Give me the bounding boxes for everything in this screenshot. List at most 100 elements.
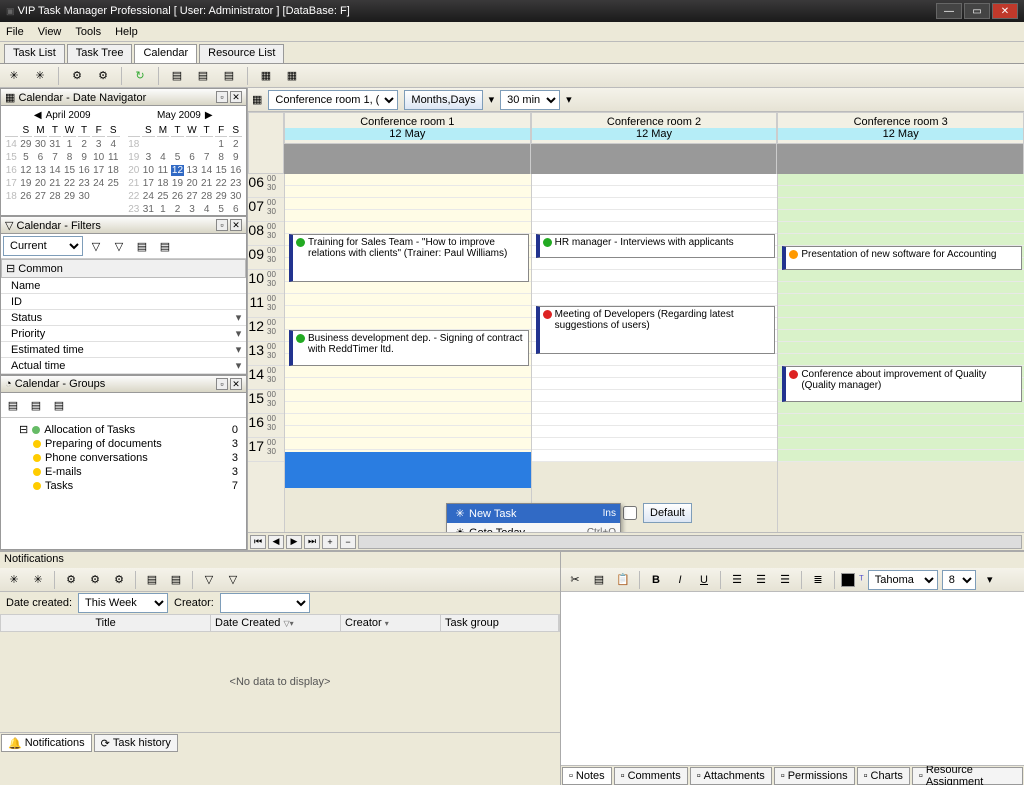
room-select[interactable]: Conference room 1, (: [268, 90, 398, 110]
expand-icon[interactable]: ⊟: [6, 263, 15, 275]
groups-tool-icon[interactable]: ▤: [49, 395, 69, 415]
chevron-down-icon[interactable]: ▾: [230, 343, 246, 356]
tree-item[interactable]: Phone conversations3: [33, 451, 242, 465]
calendar-day[interactable]: 23: [78, 178, 91, 189]
chevron-down-icon[interactable]: ▾: [566, 93, 572, 106]
calendar-event[interactable]: Presentation of new software for Account…: [782, 246, 1022, 270]
day-column[interactable]: Presentation of new software for Account…: [777, 174, 1024, 532]
calendar-day[interactable]: [142, 139, 155, 150]
calendar-day[interactable]: 24: [142, 191, 155, 202]
notif-tool-icon[interactable]: ⚙: [61, 570, 81, 590]
menu-tools[interactable]: Tools: [75, 26, 101, 38]
calendar-day[interactable]: 16: [78, 165, 91, 176]
pane-pin-icon[interactable]: ▫: [216, 91, 228, 103]
calendar-day[interactable]: 22: [63, 178, 76, 189]
calendar-day[interactable]: 17: [142, 178, 155, 189]
tree-item[interactable]: Preparing of documents3: [33, 437, 242, 451]
calendar-day[interactable]: [200, 139, 213, 150]
tab-calendar[interactable]: Calendar: [134, 44, 197, 63]
notif-tool-icon[interactable]: ⚙: [109, 570, 129, 590]
right-tab[interactable]: ▫Resource Assignment: [912, 767, 1023, 785]
calendar-day[interactable]: 9: [78, 152, 91, 163]
pane-pin-icon[interactable]: ▫: [216, 219, 228, 231]
filter-tool-icon[interactable]: ▽: [86, 236, 106, 256]
calendar-day[interactable]: 17: [92, 165, 105, 176]
creator-select[interactable]: [220, 593, 310, 613]
context-item[interactable]: ✳New TaskIns: [447, 504, 620, 523]
calendar-event[interactable]: Training for Sales Team - "How to improv…: [289, 234, 529, 282]
calendar-day[interactable]: 4: [157, 152, 170, 163]
horizontal-scrollbar[interactable]: [358, 535, 1022, 549]
filter-field[interactable]: Status▾: [1, 310, 246, 326]
col-title[interactable]: Title: [1, 615, 211, 631]
calendar-day[interactable]: 5: [171, 152, 184, 163]
filter-field[interactable]: Priority▾: [1, 326, 246, 342]
calendar-event[interactable]: Business development dep. - Signing of c…: [289, 330, 529, 366]
calendar-day[interactable]: 28: [49, 191, 62, 202]
align-right-icon[interactable]: ☰: [775, 570, 795, 590]
calendar-day[interactable]: [107, 191, 120, 202]
font-select[interactable]: Tahoma: [868, 570, 938, 590]
calendar-day[interactable]: [92, 191, 105, 202]
menu-help[interactable]: Help: [115, 26, 138, 38]
toolbar-icon[interactable]: ▤: [193, 66, 213, 86]
calendar-day[interactable]: 6: [229, 204, 242, 215]
calendar-event[interactable]: HR manager - Interviews with applicants: [536, 234, 776, 258]
pane-close-icon[interactable]: ✕: [230, 91, 242, 103]
col-date-created[interactable]: Date Created▽▾: [211, 615, 341, 631]
tab-task-tree[interactable]: Task Tree: [67, 44, 133, 63]
day-column[interactable]: HR manager - Interviews with applicants M…: [531, 174, 778, 532]
menu-view[interactable]: View: [38, 26, 62, 38]
filter-field[interactable]: Actual time▾: [1, 358, 246, 374]
filter-field[interactable]: ID: [1, 294, 246, 310]
calendar-day[interactable]: 21: [200, 178, 213, 189]
last-button[interactable]: ⏭: [304, 535, 320, 549]
calendar-day[interactable]: 7: [200, 152, 213, 163]
calendar-day[interactable]: 28: [200, 191, 213, 202]
calendar-day[interactable]: 8: [215, 152, 228, 163]
italic-icon[interactable]: I: [670, 570, 690, 590]
notif-tool-icon[interactable]: ⚙: [85, 570, 105, 590]
pane-pin-icon[interactable]: ▫: [216, 378, 228, 390]
calendar-day[interactable]: 9: [229, 152, 242, 163]
refresh-icon[interactable]: ↻: [130, 66, 150, 86]
groups-tool-icon[interactable]: ▤: [3, 395, 23, 415]
filter-tool-icon[interactable]: ▤: [155, 236, 175, 256]
calendar-day[interactable]: 12: [20, 165, 33, 176]
editor-body[interactable]: [561, 592, 1024, 765]
notif-tool-icon[interactable]: ▤: [142, 570, 162, 590]
calendar-day[interactable]: 6: [34, 152, 47, 163]
calendar-day[interactable]: 2: [229, 139, 242, 150]
calendar-day[interactable]: 24: [92, 178, 105, 189]
toolbar-icon[interactable]: ⚙: [93, 66, 113, 86]
calendar-day[interactable]: 1: [157, 204, 170, 215]
calendar-day[interactable]: 1: [215, 139, 228, 150]
paste-icon[interactable]: 📋: [613, 570, 633, 590]
calendar-day[interactable]: 16: [229, 165, 242, 176]
calendar-day[interactable]: 20: [186, 178, 199, 189]
calendar-day[interactable]: 6: [186, 152, 199, 163]
calendar-day[interactable]: 11: [107, 152, 120, 163]
calendar-day[interactable]: 30: [34, 139, 47, 150]
align-center-icon[interactable]: ☰: [751, 570, 771, 590]
calendar-day[interactable]: 19: [171, 178, 184, 189]
calendar-day[interactable]: 30: [78, 191, 91, 202]
notif-tool-icon[interactable]: ✳: [28, 570, 48, 590]
calendar-event[interactable]: Meeting of Developers (Regarding latest …: [536, 306, 776, 354]
calendar-day[interactable]: 29: [20, 139, 33, 150]
toolbar-icon[interactable]: ⚙: [67, 66, 87, 86]
calendar-day[interactable]: 2: [78, 139, 91, 150]
calendar-day[interactable]: 25: [157, 191, 170, 202]
right-tab[interactable]: ▫Attachments: [690, 767, 772, 785]
font-color-swatch[interactable]: [841, 573, 855, 587]
bullets-icon[interactable]: ≣: [808, 570, 828, 590]
remove-button[interactable]: −: [340, 535, 356, 549]
interval-select[interactable]: 30 min: [500, 90, 560, 110]
filter-field[interactable]: Name: [1, 278, 246, 294]
calendar-day[interactable]: 3: [186, 204, 199, 215]
minimize-button[interactable]: —: [936, 3, 962, 19]
calendar-day[interactable]: 27: [34, 191, 47, 202]
calendar-day[interactable]: 29: [215, 191, 228, 202]
calendar-day[interactable]: 7: [49, 152, 62, 163]
pane-close-icon[interactable]: ✕: [230, 219, 242, 231]
